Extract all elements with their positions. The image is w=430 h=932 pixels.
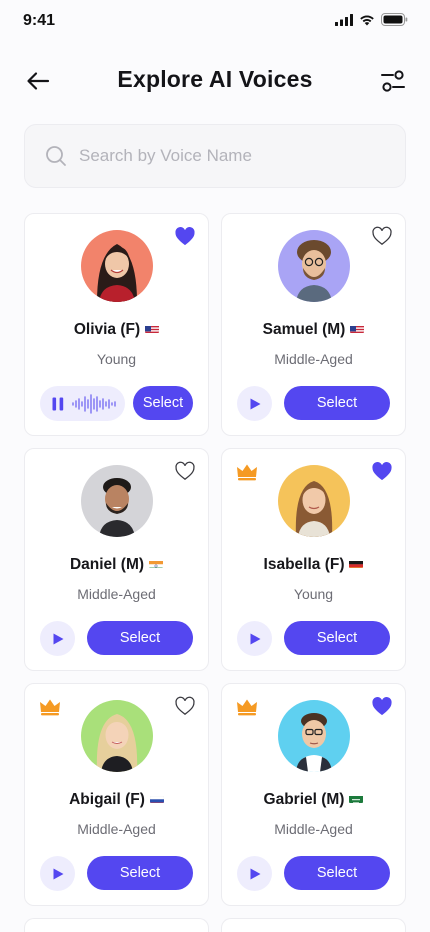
avatar	[81, 465, 153, 537]
header: Explore AI Voices	[0, 56, 430, 106]
avatar	[278, 465, 350, 537]
voice-name: Samuel (M)	[222, 321, 405, 339]
voice-age: Middle-Aged	[77, 586, 156, 602]
voice-card-daniel: Daniel (M) Middle-Aged Select	[24, 448, 209, 671]
voice-name-text: Gabriel (M)	[263, 791, 345, 808]
select-button[interactable]: Select	[133, 386, 193, 420]
voice-age: Young	[293, 586, 334, 602]
voice-name-text: Olivia (F)	[73, 321, 141, 338]
voice-name: Gabriel (M)	[222, 791, 405, 809]
crown-icon	[237, 464, 257, 481]
voice-name: Isabella (F)	[222, 556, 405, 574]
select-button[interactable]: Select	[284, 386, 390, 420]
avatar	[81, 230, 153, 302]
wifi-icon	[360, 14, 374, 25]
heart-filled-icon[interactable]	[371, 461, 393, 481]
russia-flag-icon	[149, 793, 164, 803]
voice-name: Olivia (F)	[25, 321, 208, 339]
voice-name: Abigail (F)	[25, 791, 208, 809]
avatar-female-icon	[278, 465, 350, 537]
filter-sliders-icon[interactable]	[380, 68, 406, 94]
avatar-male-icon	[81, 465, 153, 537]
voice-name-text: Samuel (M)	[262, 321, 346, 338]
play-icon	[53, 633, 63, 644]
crown-icon	[237, 699, 257, 716]
play-button[interactable]	[40, 621, 75, 656]
avatar-female-icon	[81, 230, 153, 302]
heart-filled-icon[interactable]	[174, 226, 196, 246]
search-box	[24, 124, 406, 188]
play-button[interactable]	[237, 386, 272, 421]
select-button[interactable]: Select	[87, 621, 193, 655]
status-icons	[335, 13, 408, 26]
avatar-male-icon	[278, 230, 350, 302]
saudi-flag-icon	[349, 793, 364, 803]
voice-age: Middle-Aged	[274, 351, 353, 367]
germany-flag-icon	[349, 558, 364, 568]
crown-icon	[40, 699, 60, 716]
heart-filled-icon[interactable]	[371, 696, 393, 716]
status-time: 9:41	[23, 12, 56, 29]
voice-card-samuel: Samuel (M) Middle-Aged Select	[221, 213, 406, 436]
heart-outline-icon[interactable]	[174, 696, 196, 716]
play-button[interactable]	[237, 621, 272, 656]
select-button[interactable]: Select	[284, 621, 390, 655]
heart-outline-icon[interactable]	[174, 461, 196, 481]
voice-card-gabriel: Gabriel (M) Middle-Aged Select	[221, 683, 406, 906]
battery-icon	[381, 13, 408, 26]
select-button[interactable]: Select	[284, 856, 390, 890]
voice-card-partial	[221, 918, 406, 932]
voice-card-isabella: Isabella (F) Young Select	[221, 448, 406, 671]
us-flag-icon	[350, 323, 365, 333]
voice-name-text: Daniel (M)	[69, 556, 145, 573]
avatar	[278, 230, 350, 302]
play-icon	[250, 633, 260, 644]
voice-card-olivia: Olivia (F) Young Select	[24, 213, 209, 436]
play-button[interactable]	[237, 856, 272, 891]
india-flag-icon	[149, 558, 164, 568]
avatar	[81, 700, 153, 772]
search-icon	[46, 146, 66, 166]
avatar-male-icon	[278, 700, 350, 772]
voice-age: Middle-Aged	[274, 821, 353, 837]
play-button[interactable]	[40, 856, 75, 891]
us-flag-icon	[145, 323, 160, 333]
voice-age: Middle-Aged	[77, 821, 156, 837]
voice-age: Young	[96, 351, 137, 367]
play-icon	[250, 398, 260, 409]
voice-name-text: Isabella (F)	[263, 556, 345, 573]
page-title: Explore AI Voices	[117, 66, 313, 92]
search-input[interactable]	[79, 146, 379, 166]
avatar-female-icon	[81, 700, 153, 772]
play-icon	[250, 868, 260, 879]
select-button[interactable]: Select	[87, 856, 193, 890]
play-icon	[53, 868, 63, 879]
pause-icon	[52, 397, 64, 410]
pause-playback-button[interactable]	[40, 386, 125, 421]
cellular-signal-icon	[335, 13, 353, 26]
audio-waveform-icon	[72, 393, 116, 414]
heart-outline-icon[interactable]	[371, 226, 393, 246]
voice-card-abigail: Abigail (F) Middle-Aged Select	[24, 683, 209, 906]
voice-card-partial	[24, 918, 209, 932]
status-bar: 9:41	[0, 0, 430, 44]
avatar	[278, 700, 350, 772]
voice-name: Daniel (M)	[25, 556, 208, 574]
voice-grid: Olivia (F) Young Select Samuel (M) Middl…	[24, 213, 406, 932]
voice-name-text: Abigail (F)	[69, 791, 145, 808]
